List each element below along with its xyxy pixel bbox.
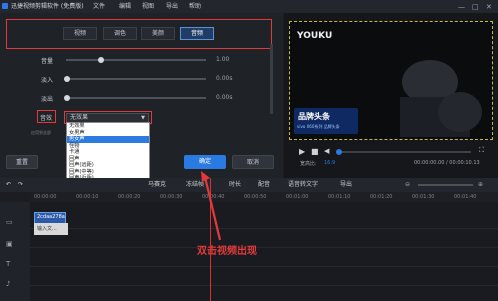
image-track-icon: ▣ bbox=[6, 240, 13, 248]
play-icon[interactable]: ▶ bbox=[299, 147, 305, 156]
text-track-icon: T bbox=[6, 260, 11, 268]
menu-export[interactable]: 导出 bbox=[166, 0, 178, 13]
ruler-tick: 00:00:20 bbox=[118, 194, 141, 200]
title-bar: 迅捷视频剪辑软件 (免费版) 文件 编辑 视图 导出 帮助 — □ ✕ bbox=[0, 0, 498, 13]
youku-watermark: YOUKU bbox=[297, 31, 333, 41]
app-title: 迅捷视频剪辑软件 (免费版) bbox=[11, 3, 84, 10]
tool-speech-to-text[interactable]: 语音转文字 bbox=[288, 178, 318, 192]
chevron-down-icon: ▼ bbox=[141, 115, 145, 121]
clip-label: 2cdaa278a bbox=[37, 214, 65, 220]
voice-effect-selected: 无效果 bbox=[70, 114, 89, 121]
fade-out-slider[interactable] bbox=[66, 97, 206, 99]
tool-dub[interactable]: 配音 bbox=[258, 178, 270, 192]
edit-toolbar: ↶ ↷ 马赛克 冻结帧 时长 配音 语音转文字 导出 ⊖ ⊕ bbox=[0, 178, 498, 192]
progress-knob[interactable] bbox=[336, 149, 342, 155]
confirm-button[interactable]: 确定 bbox=[184, 155, 226, 169]
stop-icon[interactable]: ■ bbox=[311, 147, 319, 156]
tab-audio[interactable]: 音频 bbox=[180, 27, 214, 40]
text-track[interactable] bbox=[30, 248, 498, 267]
ruler-tick: 00:01:30 bbox=[412, 194, 435, 200]
banner-subtitle: vivo X60系列 品牌头条 bbox=[297, 124, 340, 129]
menu-view[interactable]: 视图 bbox=[142, 0, 154, 13]
zoom-out-icon[interactable]: ⊖ bbox=[405, 178, 410, 192]
tab-color[interactable]: 调色 bbox=[103, 27, 137, 40]
brand-banner: 品牌头条 vivo X60系列 品牌头条 bbox=[294, 108, 358, 134]
video-frame bbox=[400, 60, 482, 137]
reset-button[interactable]: 重置 bbox=[6, 155, 38, 169]
tool-mosaic[interactable]: 马赛克 bbox=[148, 178, 166, 192]
banner-title: 品牌头条 bbox=[298, 112, 330, 121]
apply-all-label[interactable]: 应用到全部 bbox=[31, 130, 51, 136]
property-tabs: 视频 调色 美颜 音频 bbox=[6, 19, 272, 49]
fade-out-label: 淡出 bbox=[41, 96, 54, 103]
ruler-tick: 00:01:10 bbox=[328, 194, 351, 200]
tool-export[interactable]: 导出 bbox=[340, 178, 352, 192]
prev-frame-icon[interactable]: ◀ bbox=[324, 147, 329, 155]
menu-edit[interactable]: 编辑 bbox=[119, 0, 131, 13]
music-track-icon: ♪ bbox=[6, 280, 11, 288]
volume-slider[interactable] bbox=[66, 59, 206, 61]
ruler-tick: 00:01:00 bbox=[286, 194, 309, 200]
zoom-in-icon[interactable]: ⊕ bbox=[478, 178, 483, 192]
track-headers: ▭ ▣ T ♪ bbox=[0, 202, 30, 301]
fade-in-label: 淡入 bbox=[41, 77, 54, 84]
menu-help[interactable]: 帮助 bbox=[189, 0, 201, 13]
ruler-tick: 00:01:40 bbox=[454, 194, 477, 200]
fade-in-knob[interactable] bbox=[64, 76, 70, 82]
aspect-ratio-value[interactable]: 16:9 bbox=[324, 160, 335, 166]
aspect-ratio-label: 宽高比: bbox=[300, 161, 317, 167]
video-player[interactable]: YOUKU 品牌头条 vivo X60系列 品牌头条 bbox=[289, 21, 493, 140]
annotation-caption: 双击视频出现 bbox=[197, 246, 257, 257]
menu-file[interactable]: 文件 bbox=[93, 0, 105, 13]
video-track[interactable] bbox=[30, 210, 498, 229]
player-controls: ▶ ■ ◀ ⛶ 宽高比: 16:9 00:00:00.00 / 00:00:10… bbox=[284, 143, 498, 168]
redo-icon[interactable]: ↷ bbox=[18, 178, 23, 192]
cancel-button[interactable]: 取消 bbox=[232, 155, 274, 169]
fade-out-knob[interactable] bbox=[64, 95, 70, 101]
audio-track[interactable] bbox=[30, 267, 498, 286]
volume-value: 1.00 bbox=[216, 56, 230, 63]
ruler-tick: 00:00:30 bbox=[160, 194, 183, 200]
app-logo-icon bbox=[2, 3, 8, 9]
ruler-tick: 00:00:00 bbox=[34, 194, 57, 200]
progress-bar[interactable] bbox=[336, 151, 471, 153]
volume-label: 音量 bbox=[41, 58, 54, 65]
panel-scrollbar[interactable] bbox=[270, 44, 273, 114]
time-ruler[interactable]: 00:00:00 00:00:10 00:00:20 00:00:30 00:00:40… bbox=[30, 192, 498, 202]
text-clip[interactable]: 输入文... bbox=[34, 223, 68, 235]
undo-icon[interactable]: ↶ bbox=[6, 178, 11, 192]
tab-video[interactable]: 视频 bbox=[63, 27, 97, 40]
zoom-slider[interactable] bbox=[418, 184, 473, 186]
ruler-tick: 00:01:20 bbox=[370, 194, 393, 200]
volume-knob[interactable] bbox=[98, 57, 104, 63]
ruler-tick: 00:00:10 bbox=[76, 194, 99, 200]
tool-duration[interactable]: 时长 bbox=[229, 178, 241, 192]
fade-in-value: 0.00s bbox=[216, 75, 233, 82]
overlay-track[interactable] bbox=[30, 229, 498, 248]
annotation-arrow bbox=[201, 171, 222, 241]
fade-in-slider[interactable] bbox=[66, 78, 206, 80]
tab-beauty[interactable]: 美颜 bbox=[141, 27, 175, 40]
video-track-icon: ▭ bbox=[6, 218, 13, 226]
ruler-tick: 00:00:50 bbox=[244, 194, 267, 200]
voice-effect-label: 音效 bbox=[40, 115, 53, 122]
fade-out-value: 0.00s bbox=[216, 94, 233, 101]
fullscreen-icon[interactable]: ⛶ bbox=[479, 146, 484, 155]
time-display: 00:00:00.00 / 00:00:10.13 bbox=[414, 160, 480, 166]
